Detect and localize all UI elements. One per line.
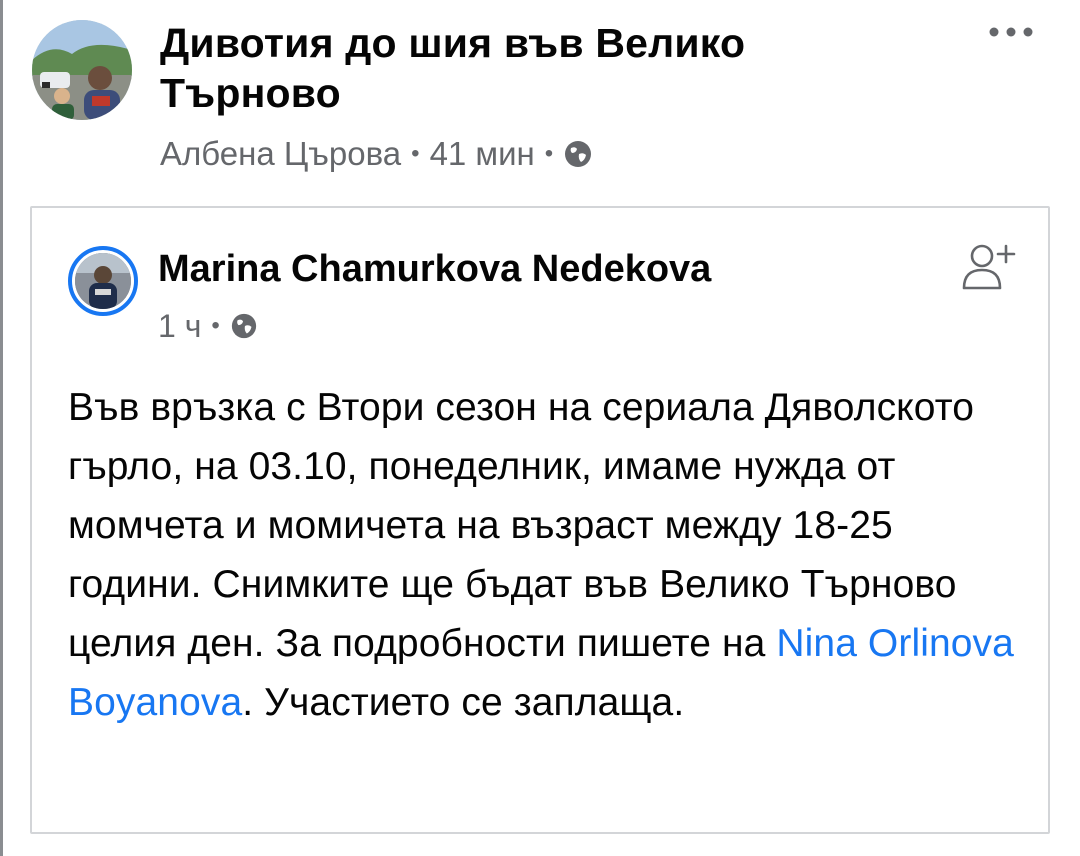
group-post-meta: Албена Църова • 41 мин • bbox=[160, 132, 593, 176]
globe-icon bbox=[563, 139, 593, 169]
shared-post-meta: 1 ч • bbox=[158, 306, 258, 346]
shared-post-card[interactable]: Marina Chamurkova Nedekova 1 ч • Във връ… bbox=[30, 206, 1050, 834]
group-avatar-image bbox=[32, 20, 132, 120]
add-friend-button[interactable] bbox=[958, 236, 1024, 302]
globe-icon bbox=[230, 312, 258, 340]
shared-post-body: Във връзка с Втори сезон на сериала Дяво… bbox=[68, 378, 1028, 732]
group-title[interactable]: Дивотия до шия във Велико Търново bbox=[160, 18, 920, 118]
shared-post-author[interactable]: Marina Chamurkova Nedekova bbox=[158, 246, 711, 292]
author-avatar[interactable] bbox=[68, 246, 138, 316]
group-post-author[interactable]: Албена Църова bbox=[160, 135, 401, 173]
more-options-button[interactable] bbox=[984, 12, 1038, 52]
group-post-time[interactable]: 41 мин bbox=[430, 135, 535, 173]
meta-separator: • bbox=[411, 140, 420, 167]
left-edge-rule bbox=[0, 0, 3, 856]
meta-separator: • bbox=[544, 140, 554, 167]
post-text-part: . Участието се заплаща. bbox=[242, 681, 685, 724]
add-friend-icon bbox=[962, 244, 1016, 290]
shared-post-time[interactable]: 1 ч bbox=[158, 308, 201, 345]
group-avatar[interactable] bbox=[32, 20, 132, 120]
meta-separator: • bbox=[211, 312, 220, 339]
author-avatar-image bbox=[75, 253, 131, 309]
more-horizontal-icon bbox=[989, 27, 1033, 37]
